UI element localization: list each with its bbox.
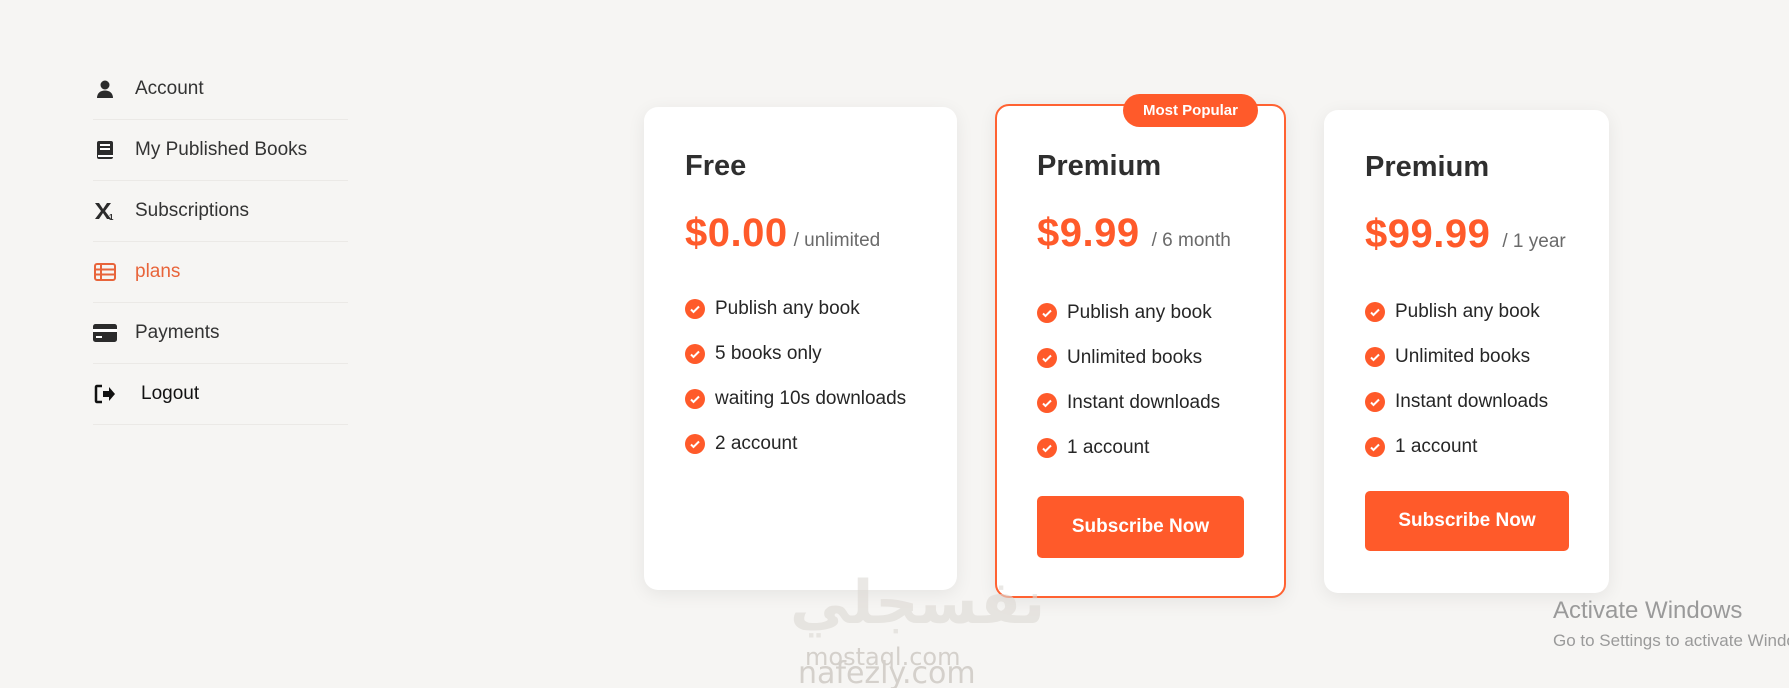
subscript-icon: 1	[93, 199, 117, 223]
feature-item: Publish any book	[1365, 289, 1548, 334]
subscribe-button[interactable]: Subscribe Now	[1037, 496, 1244, 558]
check-icon	[685, 388, 705, 409]
most-popular-badge: Most Popular	[1122, 94, 1258, 127]
check-icon	[685, 298, 705, 319]
check-icon	[685, 343, 705, 364]
plan-period: / unlimited	[793, 230, 881, 251]
feature-label: 1 account	[1395, 435, 1478, 457]
sidebar-item-plans[interactable]: plans	[93, 242, 348, 303]
feature-item: 1 account	[1037, 425, 1220, 470]
activation-subtitle: Go to Settings to activate Windows.	[1553, 631, 1789, 650]
plan-card-free: Free $0.00 / unlimited Publish any book …	[644, 107, 957, 590]
feature-item: Publish any book	[685, 286, 906, 331]
plan-name: Free	[685, 150, 747, 182]
check-icon	[1365, 301, 1385, 322]
plan-card-premium-1-year: Premium $99.99 / 1 year Publish any book…	[1324, 110, 1609, 593]
table-list-icon	[93, 260, 117, 284]
feature-item: waiting 10s downloads	[685, 376, 906, 421]
price-row: $0.00 / unlimited	[685, 211, 880, 256]
subscribe-button[interactable]: Subscribe Now	[1365, 491, 1569, 551]
sidebar-item-label: My Published Books	[135, 139, 308, 160]
plan-price: $99.99	[1365, 212, 1491, 256]
svg-text:1: 1	[109, 213, 114, 221]
sidebar-item-account[interactable]: Account	[93, 59, 348, 120]
user-icon	[93, 77, 117, 101]
check-icon	[1365, 436, 1385, 457]
feature-label: Instant downloads	[1395, 390, 1549, 412]
check-icon	[1037, 437, 1057, 458]
activation-title: Activate Windows	[1553, 597, 1743, 624]
plan-card-premium-6-month: Most Popular Premium $9.99 / 6 month Pub…	[995, 94, 1286, 598]
feature-label: Unlimited books	[1067, 346, 1203, 368]
watermark-arabic: نفسجلي	[790, 568, 1046, 638]
feature-item: Instant downloads	[1037, 380, 1220, 425]
feature-item: Publish any book	[1037, 290, 1220, 335]
feature-item: 5 books only	[685, 331, 906, 376]
plan-period: / 1 year	[1502, 231, 1566, 252]
check-icon	[1037, 347, 1057, 368]
plan-name: Premium	[1037, 150, 1162, 182]
sidebar-item-label: Payments	[135, 322, 220, 343]
sidebar: Account My Published Books 1 Subscriptio…	[93, 59, 348, 425]
feature-list: Publish any book Unlimited books Instant…	[1037, 290, 1220, 470]
feature-list: Publish any book Unlimited books Instant…	[1365, 289, 1548, 469]
pricing-page: Account My Published Books 1 Subscriptio…	[0, 0, 1789, 688]
book-icon	[93, 138, 117, 162]
sidebar-item-payments[interactable]: Payments	[93, 303, 348, 364]
watermark-nafezly: nafezly.com	[798, 656, 976, 688]
feature-label: 5 books only	[715, 342, 822, 364]
sidebar-item-logout[interactable]: Logout	[93, 364, 348, 425]
price-row: $9.99 / 6 month	[1037, 211, 1231, 256]
check-icon	[1037, 392, 1057, 413]
logout-icon	[93, 382, 117, 406]
feature-item: 2 account	[685, 421, 906, 466]
feature-list: Publish any book 5 books only waiting 10…	[685, 286, 906, 466]
plan-price: $9.99	[1037, 211, 1140, 255]
sidebar-item-my-published-books[interactable]: My Published Books	[93, 120, 348, 181]
sidebar-item-label: plans	[135, 261, 181, 282]
sidebar-item-subscriptions[interactable]: 1 Subscriptions	[93, 181, 348, 242]
check-icon	[685, 433, 705, 454]
windows-activation-notice: Activate Windows Go to Settings to activ…	[1553, 597, 1789, 651]
sidebar-item-label: Logout	[141, 383, 200, 404]
plan-name: Premium	[1365, 151, 1490, 183]
sidebar-item-label: Account	[135, 78, 204, 99]
feature-label: Publish any book	[1067, 301, 1212, 323]
feature-item: Instant downloads	[1365, 379, 1548, 424]
check-icon	[1365, 346, 1385, 367]
feature-label: Publish any book	[715, 297, 860, 319]
feature-label: Instant downloads	[1067, 391, 1221, 413]
sidebar-item-label: Subscriptions	[135, 200, 250, 221]
feature-item: Unlimited books	[1365, 334, 1548, 379]
feature-label: waiting 10s downloads	[715, 387, 907, 409]
feature-item: Unlimited books	[1037, 335, 1220, 380]
check-icon	[1365, 391, 1385, 412]
feature-label: Publish any book	[1395, 300, 1540, 322]
price-row: $99.99 / 1 year	[1365, 212, 1566, 257]
plan-period: / 6 month	[1151, 230, 1231, 251]
feature-label: Unlimited books	[1395, 345, 1531, 367]
plan-price: $0.00	[685, 211, 788, 255]
check-icon	[1037, 302, 1057, 323]
feature-label: 2 account	[715, 432, 798, 454]
feature-label: 1 account	[1067, 436, 1150, 458]
feature-item: 1 account	[1365, 424, 1548, 469]
credit-card-icon	[93, 321, 117, 345]
